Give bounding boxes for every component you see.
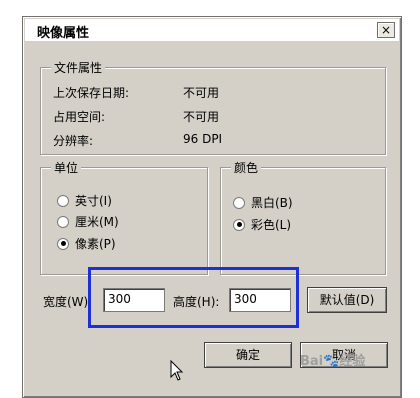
radio-selected-dot xyxy=(60,241,66,246)
radio-cm[interactable] xyxy=(57,215,69,228)
ok-button[interactable]: 确定 xyxy=(204,342,292,368)
watermark: Bai🐾经验 xyxy=(300,354,366,369)
color-option-bw-label: 黑白(B) xyxy=(251,196,293,210)
color-option-bw[interactable]: 黑白(B) xyxy=(233,194,293,211)
radio-pixel[interactable] xyxy=(57,237,69,250)
color-group: 颜色 黑白(B) 彩色(L) xyxy=(220,159,386,275)
close-icon: × xyxy=(380,23,392,37)
unit-option-inch[interactable]: 英寸(I) xyxy=(57,192,112,209)
unit-title: 单位 xyxy=(51,159,82,176)
image-properties-dialog: 映像属性 × 文件属性 上次保存日期: 不可用 占用空间: 不可用 分辨率: 9… xyxy=(22,16,402,398)
resolution-value: 96 DPI xyxy=(183,132,223,146)
last-saved-label: 上次保存日期: xyxy=(53,86,130,100)
unit-option-cm-label: 厘米(M) xyxy=(75,215,119,229)
file-properties-title: 文件属性 xyxy=(51,59,106,76)
radio-bw[interactable] xyxy=(233,196,245,209)
radio-color[interactable] xyxy=(233,218,245,231)
color-option-color-label: 彩色(L) xyxy=(251,218,292,232)
close-button[interactable]: × xyxy=(377,22,395,38)
color-title: 颜色 xyxy=(231,159,262,176)
last-saved-value: 不可用 xyxy=(183,86,220,100)
resolution-label: 分辨率: xyxy=(53,134,94,148)
radio-selected-dot xyxy=(236,222,242,227)
unit-option-inch-label: 英寸(I) xyxy=(75,194,112,208)
radio-inch[interactable] xyxy=(57,194,69,207)
unit-option-pixel[interactable]: 像素(P) xyxy=(57,235,116,252)
dialog-title: 映像属性 xyxy=(37,26,90,41)
file-properties-group: 文件属性 上次保存日期: 不可用 占用空间: 不可用 分辨率: 96 DPI xyxy=(40,59,386,155)
disk-space-label: 占用空间: xyxy=(53,110,106,124)
unit-option-pixel-label: 像素(P) xyxy=(75,237,116,251)
mouse-pointer-icon xyxy=(170,360,184,381)
disk-space-value: 不可用 xyxy=(183,110,220,124)
unit-option-cm[interactable]: 厘米(M) xyxy=(57,213,119,230)
color-option-color[interactable]: 彩色(L) xyxy=(233,216,291,233)
width-label: 宽度(W) xyxy=(43,295,89,309)
title-bar: 映像属性 × xyxy=(25,19,399,41)
highlight-box xyxy=(88,267,299,328)
unit-group: 单位 英寸(I) 厘米(M) 像素(P) xyxy=(40,159,208,275)
default-button[interactable]: 默认值(D) xyxy=(307,287,387,313)
